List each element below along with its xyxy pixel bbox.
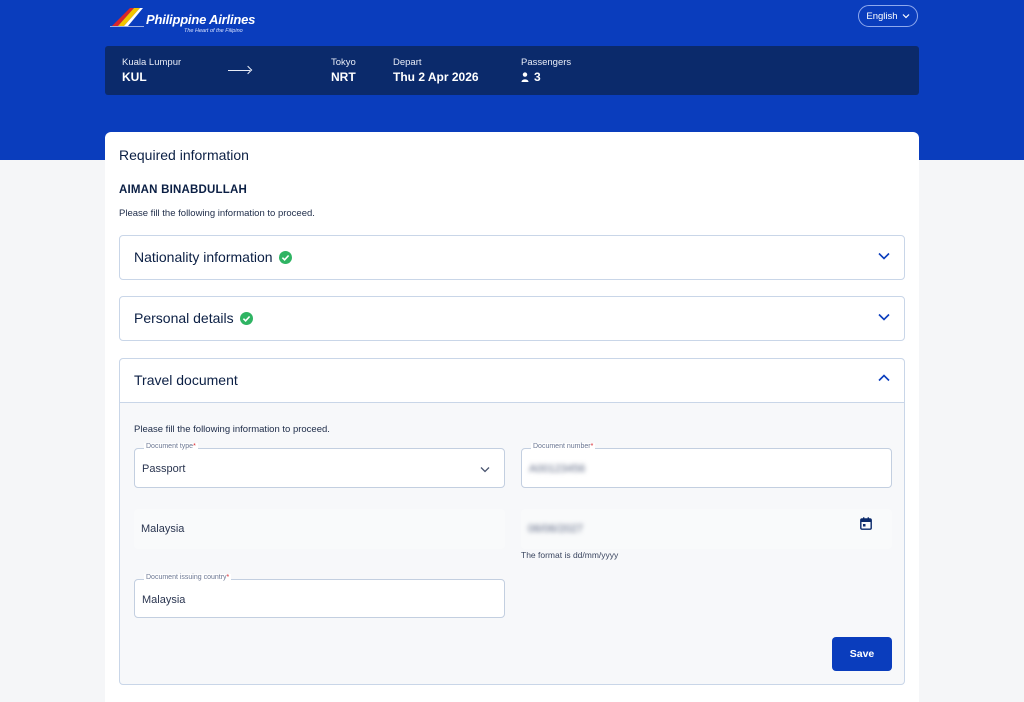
issuing-country-label: Document issuing country* xyxy=(144,574,232,581)
document-type-select[interactable]: Document type* Passport xyxy=(134,443,505,488)
chevron-down-icon xyxy=(902,14,910,19)
document-number-input[interactable]: Document number* A00123456 xyxy=(521,443,892,488)
save-button[interactable]: Save xyxy=(832,637,892,671)
chevron-down-icon xyxy=(480,467,490,473)
issuing-country-value: Malaysia xyxy=(142,594,186,606)
accordion-nationality-header: Nationality information xyxy=(134,249,292,265)
date-format-hint: The format is dd/mm/yyyy xyxy=(521,550,619,560)
accordion-nationality-title: Nationality information xyxy=(134,249,273,265)
expiry-date-value: 06/06/2027 xyxy=(528,523,584,535)
travel-instruction: Please fill the following information to… xyxy=(134,424,330,435)
accordion-personal[interactable]: Personal details xyxy=(119,296,905,341)
accordion-personal-header: Personal details xyxy=(134,310,253,326)
brand-name: Philippine Airlines xyxy=(146,12,256,27)
destination: Tokyo NRT xyxy=(331,57,356,84)
passengers: Passengers 3 xyxy=(521,57,571,84)
required-info-card: Required information AIMAN BINABDULLAH P… xyxy=(105,132,919,702)
card-title: Required information xyxy=(119,147,249,163)
document-type-label: Document type* xyxy=(144,443,198,450)
depart: Depart Thu 2 Apr 2026 xyxy=(393,57,479,84)
nationality-value: Malaysia xyxy=(141,523,185,535)
accordion-travel-header-label: Travel document xyxy=(134,372,238,388)
check-circle-icon xyxy=(239,311,253,325)
accordion-personal-title: Personal details xyxy=(134,310,234,326)
person-icon xyxy=(521,72,529,82)
passengers-label: Passengers xyxy=(521,57,572,68)
passengers-count-wrap: 3 xyxy=(521,70,571,84)
destination-city: Tokyo xyxy=(331,57,356,68)
accordion-travel-header[interactable]: Travel document xyxy=(120,359,904,403)
depart-date: Thu 2 Apr 2026 xyxy=(393,70,479,84)
destination-code: NRT xyxy=(331,70,356,84)
origin: Kuala Lumpur KUL xyxy=(122,57,181,84)
calendar-icon[interactable] xyxy=(860,517,872,530)
language-label: English xyxy=(866,10,898,22)
brand-logo[interactable]: Philippine Airlines The Heart of the Fil… xyxy=(110,4,255,36)
chevron-up-icon[interactable] xyxy=(878,374,890,382)
flight-summary-bar: Kuala Lumpur KUL Tokyo NRT Depart Thu 2 … xyxy=(105,46,919,95)
brand-tagline: The Heart of the Filipino xyxy=(184,28,243,34)
depart-label: Depart xyxy=(393,57,422,68)
expiry-date-field[interactable]: 06/06/2027 xyxy=(521,509,892,549)
document-type-value: Passport xyxy=(142,463,186,475)
arrow-right-icon xyxy=(228,70,250,71)
issuing-country-input[interactable]: Document issuing country* Malaysia xyxy=(134,574,505,618)
pal-logo-icon xyxy=(110,8,144,27)
chevron-down-icon[interactable] xyxy=(878,313,890,321)
passengers-count: 3 xyxy=(534,70,541,84)
accordion-nationality[interactable]: Nationality information xyxy=(119,235,905,280)
language-selector[interactable]: English xyxy=(858,5,918,27)
document-number-label: Document number* xyxy=(531,443,596,450)
chevron-down-icon[interactable] xyxy=(878,252,890,260)
card-instruction: Please fill the following information to… xyxy=(119,208,315,219)
document-number-value: A00123456 xyxy=(529,463,586,475)
check-circle-icon xyxy=(278,250,292,264)
passenger-name: AIMAN BINABDULLAH xyxy=(119,184,247,196)
origin-code: KUL xyxy=(122,70,147,84)
nationality-field[interactable]: Malaysia xyxy=(134,509,505,549)
accordion-travel-title: Travel document xyxy=(134,372,238,388)
accordion-travel-document: Travel document Please fill the followin… xyxy=(119,358,905,685)
origin-city: Kuala Lumpur xyxy=(122,57,182,68)
